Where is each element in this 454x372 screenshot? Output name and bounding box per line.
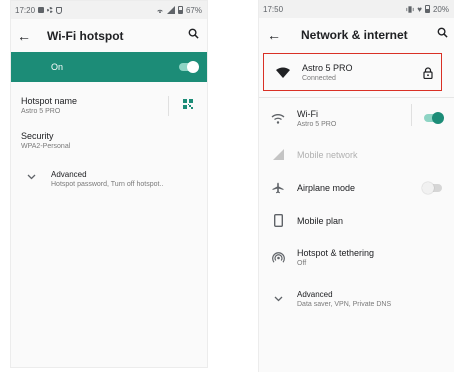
notification-icon: [38, 7, 45, 13]
wifi-toggle[interactable]: [424, 112, 444, 124]
battery-percent: 67%: [185, 5, 202, 15]
app-bar: ← Network & internet: [259, 18, 454, 51]
signal-icon: [259, 149, 297, 160]
toggle-knob: [422, 182, 434, 194]
status-bar: 17:20 67%: [11, 1, 207, 19]
hotspot-name-title: Hotspot name: [21, 96, 78, 106]
page-title: Wi-Fi hotspot: [47, 28, 124, 43]
wifi-filled-icon: [264, 67, 302, 78]
battery-percent: 20%: [432, 4, 449, 14]
hotspot-toggle[interactable]: [179, 61, 199, 73]
toggle-knob: [432, 112, 444, 124]
security-value: WPA2-Personal: [21, 143, 71, 150]
airplane-mode-item[interactable]: Airplane mode: [259, 171, 454, 204]
advanced-title: Advanced: [51, 170, 87, 179]
mobile-plan-item[interactable]: Mobile plan: [259, 204, 454, 237]
security-title: Security: [21, 131, 54, 141]
mobile-network-title: Mobile network: [297, 149, 358, 160]
status-bar: 17:50 ♥ 20%: [259, 0, 454, 18]
hotspot-tethering-title: Hotspot & tethering: [297, 247, 375, 258]
lock-icon: [423, 67, 433, 79]
wifi-hotspot-screen: 17:20 67% ← Wi-Fi hotspot On Hotspot nam…: [10, 0, 208, 368]
banner-network-name: Astro 5 PRO: [302, 62, 353, 73]
gear-icon: [47, 7, 54, 13]
phone-icon: [259, 214, 297, 227]
back-arrow-icon[interactable]: ←: [259, 27, 289, 43]
signal-status-icon: [166, 6, 175, 14]
chevron-down-icon: [259, 296, 297, 302]
divider: [411, 104, 412, 126]
qr-code-icon[interactable]: [183, 99, 193, 109]
mobile-plan-title: Mobile plan: [297, 215, 344, 226]
shield-icon: [56, 6, 63, 14]
search-icon[interactable]: [188, 28, 199, 39]
switch-label: On: [51, 62, 64, 72]
divider: [168, 96, 169, 116]
wifi-status-icon: ♥: [417, 4, 422, 14]
advanced-title: Advanced: [297, 290, 333, 299]
wifi-icon: [259, 113, 297, 124]
hotspot-status-icon: [157, 9, 163, 13]
chevron-down-icon: [19, 170, 43, 182]
wifi-title: Wi-Fi: [297, 108, 318, 119]
vibrate-status-icon: [406, 5, 414, 13]
status-time: 17:50: [263, 4, 284, 14]
advanced-item[interactable]: Advanced Data saver, VPN, Private DNS: [259, 277, 454, 321]
page-title: Network & internet: [301, 27, 408, 42]
network-internet-screen: 17:50 ♥ 20% ← Network & internet Astro 5…: [258, 0, 454, 372]
status-time: 17:20: [15, 5, 36, 15]
wifi-network-name: Astro 5 PRO: [297, 120, 337, 128]
hotspot-tethering-status: Off: [297, 259, 307, 267]
banner-status: Connected: [302, 74, 336, 82]
advanced-summary: Hotspot password, Turn off hotspot..: [51, 181, 164, 188]
advanced-item[interactable]: Advanced Hotspot password, Turn off hots…: [11, 160, 207, 198]
wifi-item[interactable]: Wi-Fi Astro 5 PRO: [259, 98, 454, 138]
hotspot-name-value: Astro 5 PRO: [21, 108, 61, 115]
advanced-summary: Data saver, VPN, Private DNS: [297, 301, 392, 308]
search-icon[interactable]: [437, 27, 448, 38]
battery-icon: [177, 6, 183, 14]
app-bar: ← Wi-Fi hotspot: [11, 19, 207, 52]
hotspot-name-item[interactable]: Hotspot name Astro 5 PRO: [11, 88, 207, 123]
airplane-icon: [259, 182, 297, 194]
back-arrow-icon[interactable]: ←: [11, 28, 37, 44]
hotspot-master-switch-bar[interactable]: On: [11, 52, 207, 82]
battery-icon: [424, 5, 430, 13]
hotspot-tethering-item[interactable]: Hotspot & tethering Off: [259, 237, 454, 277]
toggle-knob: [187, 61, 199, 73]
connected-network-banner[interactable]: Astro 5 PRO Connected: [263, 53, 442, 91]
airplane-mode-title: Airplane mode: [297, 182, 356, 193]
airplane-mode-toggle[interactable]: [422, 182, 442, 194]
security-item[interactable]: Security WPA2-Personal: [11, 123, 207, 158]
mobile-network-item: Mobile network: [259, 138, 454, 171]
hotspot-icon: [259, 251, 297, 264]
